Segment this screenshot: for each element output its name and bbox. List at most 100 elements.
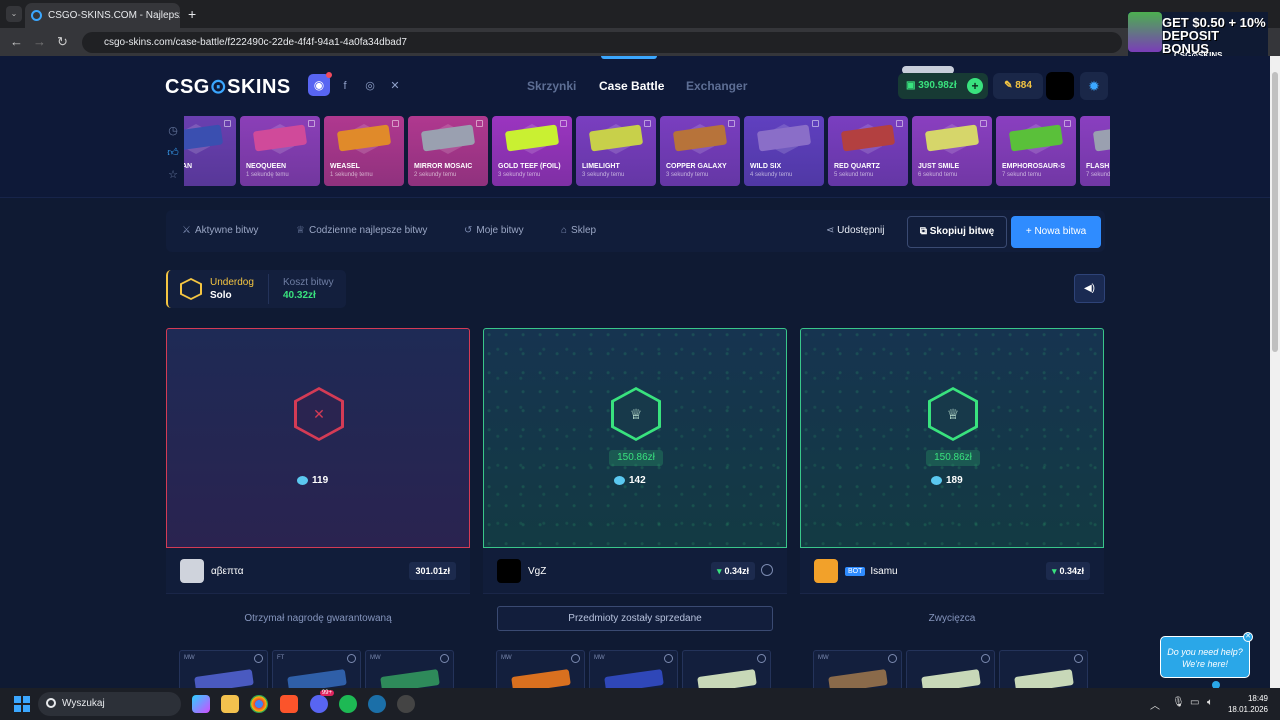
page-scrollbar[interactable] — [1270, 56, 1280, 688]
copilot-icon[interactable] — [192, 695, 210, 713]
emoji-icon[interactable] — [761, 564, 773, 576]
microphone-icon[interactable]: 🎙︎ — [1172, 697, 1185, 708]
instagram-icon[interactable]: ◎ — [362, 78, 378, 94]
drop-card[interactable]: JUST SMILE 6 sekund temu — [912, 116, 992, 186]
user-avatar[interactable] — [1046, 72, 1074, 100]
clock-icon[interactable]: ◷ — [166, 124, 180, 138]
skin-image — [840, 124, 896, 152]
item-info-icon[interactable] — [1074, 654, 1083, 663]
player-avatar[interactable] — [497, 559, 521, 583]
drop-card[interactable]: WEASEL 1 sekundę temu — [324, 116, 404, 186]
drop-card[interactable]: NEOQUEEN 1 sekundę temu — [240, 116, 320, 186]
drop-card[interactable]: NAYMANteraz — [184, 116, 236, 186]
daily-best-battles-link[interactable]: ♕ Codzienne najlepsze bitwy — [296, 225, 427, 236]
forward-icon[interactable]: → — [33, 34, 46, 49]
taskbar-search[interactable]: Wyszukaj — [38, 692, 181, 716]
drop-card[interactable]: RED QUARTZ 5 sekund temu — [828, 116, 908, 186]
address-bar-row: ← → ↻ csgo-skins.com/case-battle/f222490… — [0, 28, 1280, 56]
case-icon — [392, 120, 399, 127]
close-help-icon[interactable]: ✕ — [1243, 632, 1253, 642]
chrome-icon[interactable] — [250, 695, 268, 713]
item-info-icon[interactable] — [757, 654, 766, 663]
drop-card[interactable]: WILD SIX 4 sekundy temu — [744, 116, 824, 186]
item-card[interactable]: MW — [496, 650, 585, 688]
drop-card[interactable]: COPPER GALAXY 3 sekundy temu — [660, 116, 740, 186]
item-card[interactable] — [999, 650, 1088, 688]
item-card[interactable] — [906, 650, 995, 688]
item-info-icon[interactable] — [571, 654, 580, 663]
thumbs-up-icon[interactable]: 👍︎ — [166, 146, 180, 160]
drop-skin-name: NEOQUEEN — [246, 163, 287, 170]
opera-gx-icon[interactable] — [397, 695, 415, 713]
share-button[interactable]: ⋖ Udostępnij — [826, 225, 884, 236]
player-avatar[interactable] — [180, 559, 204, 583]
drop-card[interactable]: FLASH 7 sekund temu — [1080, 116, 1110, 186]
drop-time: 4 sekundy temu — [750, 172, 793, 178]
scrollbar-thumb[interactable] — [1272, 72, 1278, 352]
deposit-plus-icon[interactable]: + — [967, 78, 983, 94]
case-icon — [1064, 120, 1071, 127]
star-icon[interactable]: ☆ — [166, 168, 180, 182]
divider — [268, 274, 269, 304]
facebook-icon[interactable]: f — [337, 78, 353, 94]
network-icon[interactable]: ▭ — [1190, 697, 1199, 708]
reload-icon[interactable]: ↻ — [57, 34, 68, 50]
drop-card[interactable]: LIMELIGHT 3 sekundy temu — [576, 116, 656, 186]
steam-icon[interactable] — [368, 695, 386, 713]
active-battles-link[interactable]: ⚔ Aktywne bitwy — [182, 225, 258, 236]
new-battle-button[interactable]: + Nowa bitwa — [1011, 216, 1101, 248]
url-input[interactable]: csgo-skins.com/case-battle/f222490c-22de… — [82, 32, 1122, 53]
file-explorer-icon[interactable] — [221, 695, 239, 713]
item-info-icon[interactable] — [440, 654, 449, 663]
item-card[interactable]: MW — [365, 650, 454, 688]
nav-case-battle[interactable]: Case Battle — [599, 79, 664, 93]
item-info-icon[interactable] — [347, 654, 356, 663]
player-name[interactable]: αβεπτα — [211, 566, 243, 577]
chevron-up-icon[interactable]: ︿ — [1150, 697, 1160, 712]
windows-start-icon[interactable] — [14, 696, 30, 712]
nav-skrzynki[interactable]: Skrzynki — [527, 79, 576, 93]
skin-image — [672, 124, 728, 152]
player-name[interactable]: BOT Isamu — [845, 566, 898, 577]
browser-tab[interactable]: CSGO-SKINS.COM - Najlepsze k ✕ — [25, 3, 180, 28]
wallet-balance[interactable]: ▣ 390.98zł + — [898, 73, 988, 99]
discord-icon[interactable]: ◉ — [308, 72, 332, 96]
case-icon — [644, 120, 651, 127]
copy-battle-button[interactable]: ⧉ Skopiuj bitwę — [907, 216, 1007, 248]
drop-card[interactable]: GOLD TEEF (FOIL) 3 sekundy temu — [492, 116, 572, 186]
item-card[interactable]: MW — [179, 650, 268, 688]
discord-taskbar-icon[interactable]: 99+ — [310, 690, 334, 713]
item-card[interactable] — [682, 650, 771, 688]
help-bubble[interactable]: Do you need help? We're here! ✕ — [1160, 632, 1253, 678]
new-tab-button[interactable]: + — [188, 6, 196, 22]
item-card[interactable]: MW — [813, 650, 902, 688]
site-logo[interactable]: CSG⊙SKINS — [165, 74, 291, 99]
shop-link[interactable]: ⌂ Sklep — [561, 225, 596, 236]
player-avatar[interactable] — [814, 559, 838, 583]
drop-card[interactable]: MIRROR MOSAIC 2 sekundy temu — [408, 116, 488, 186]
deposit-bonus-banner[interactable]: GET $0.50 + 10%DEPOSIT BONUS CSG⊙SKINS — [1128, 12, 1268, 60]
my-battles-link[interactable]: ↺ Moje bitwy — [464, 225, 524, 236]
item-card[interactable]: FT — [272, 650, 361, 688]
sound-toggle-icon[interactable]: ◀︎) — [1074, 274, 1105, 303]
back-icon[interactable]: ← — [10, 34, 23, 49]
url-text: csgo-skins.com/case-battle/f222490c-22de… — [104, 37, 407, 48]
spotify-icon[interactable] — [339, 695, 357, 713]
item-info-icon[interactable] — [981, 654, 990, 663]
x-twitter-icon[interactable]: ✕ — [387, 78, 403, 94]
nav-exchanger[interactable]: Exchanger — [686, 79, 747, 93]
item-info-icon[interactable] — [254, 654, 263, 663]
item-info-icon[interactable] — [888, 654, 897, 663]
promo-headline: GET $0.50 + 10% DEPOSIT BONUS — [1162, 15, 1266, 56]
drop-card[interactable]: EMPHOROSAUR-S 7 sekund temu — [996, 116, 1076, 186]
tab-search-button[interactable]: ⌄ — [6, 6, 22, 22]
player-name[interactable]: VgZ — [528, 566, 546, 577]
brave-icon[interactable] — [280, 695, 298, 713]
item-skin-image — [1014, 669, 1074, 688]
item-card[interactable]: MW — [589, 650, 678, 688]
coin-balance[interactable]: ✎ 884 — [993, 73, 1043, 99]
item-info-icon[interactable] — [664, 654, 673, 663]
gear-icon[interactable]: ✹ — [1080, 72, 1108, 100]
taskbar-clock[interactable]: 18:49 18.01.2026 — [1226, 693, 1268, 715]
volume-icon[interactable]: 🔈︎ — [1207, 697, 1213, 708]
